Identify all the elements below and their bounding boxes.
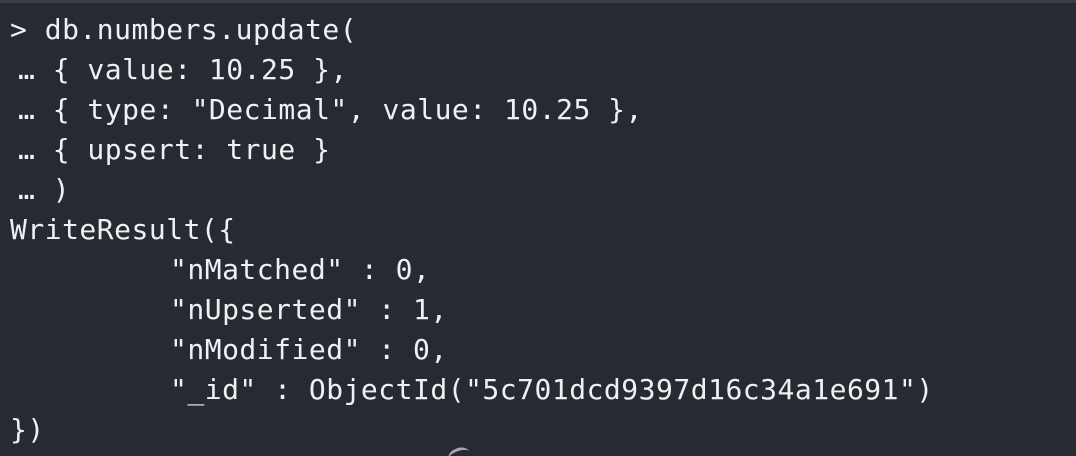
write-result-close: }) (10, 413, 45, 446)
continuation-line-options: … { upsert: true } (18, 133, 331, 166)
prompt-command-line: > db.numbers.update( (10, 13, 358, 46)
result-nupserted: "nUpserted" : 1, (170, 293, 448, 326)
terminal-window[interactable]: > db.numbers.update( … { value: 10.25 },… (0, 0, 1076, 456)
result-id: "_id" : ObjectId("5c701dcd9397d16c34a1e6… (170, 373, 934, 406)
top-border-segment (0, 0, 1076, 3)
continuation-line-close: … ) (18, 173, 71, 206)
window-top-border (0, 0, 1076, 3)
continuation-line-filter: … { value: 10.25 }, (18, 53, 348, 86)
result-nmatched: "nMatched" : 0, (170, 253, 431, 286)
continuation-line-update-doc: … { type: "Decimal", value: 10.25 }, (18, 93, 643, 126)
result-nmodified: "nModified" : 0, (170, 333, 448, 366)
write-result-open: WriteResult({ (10, 213, 236, 246)
